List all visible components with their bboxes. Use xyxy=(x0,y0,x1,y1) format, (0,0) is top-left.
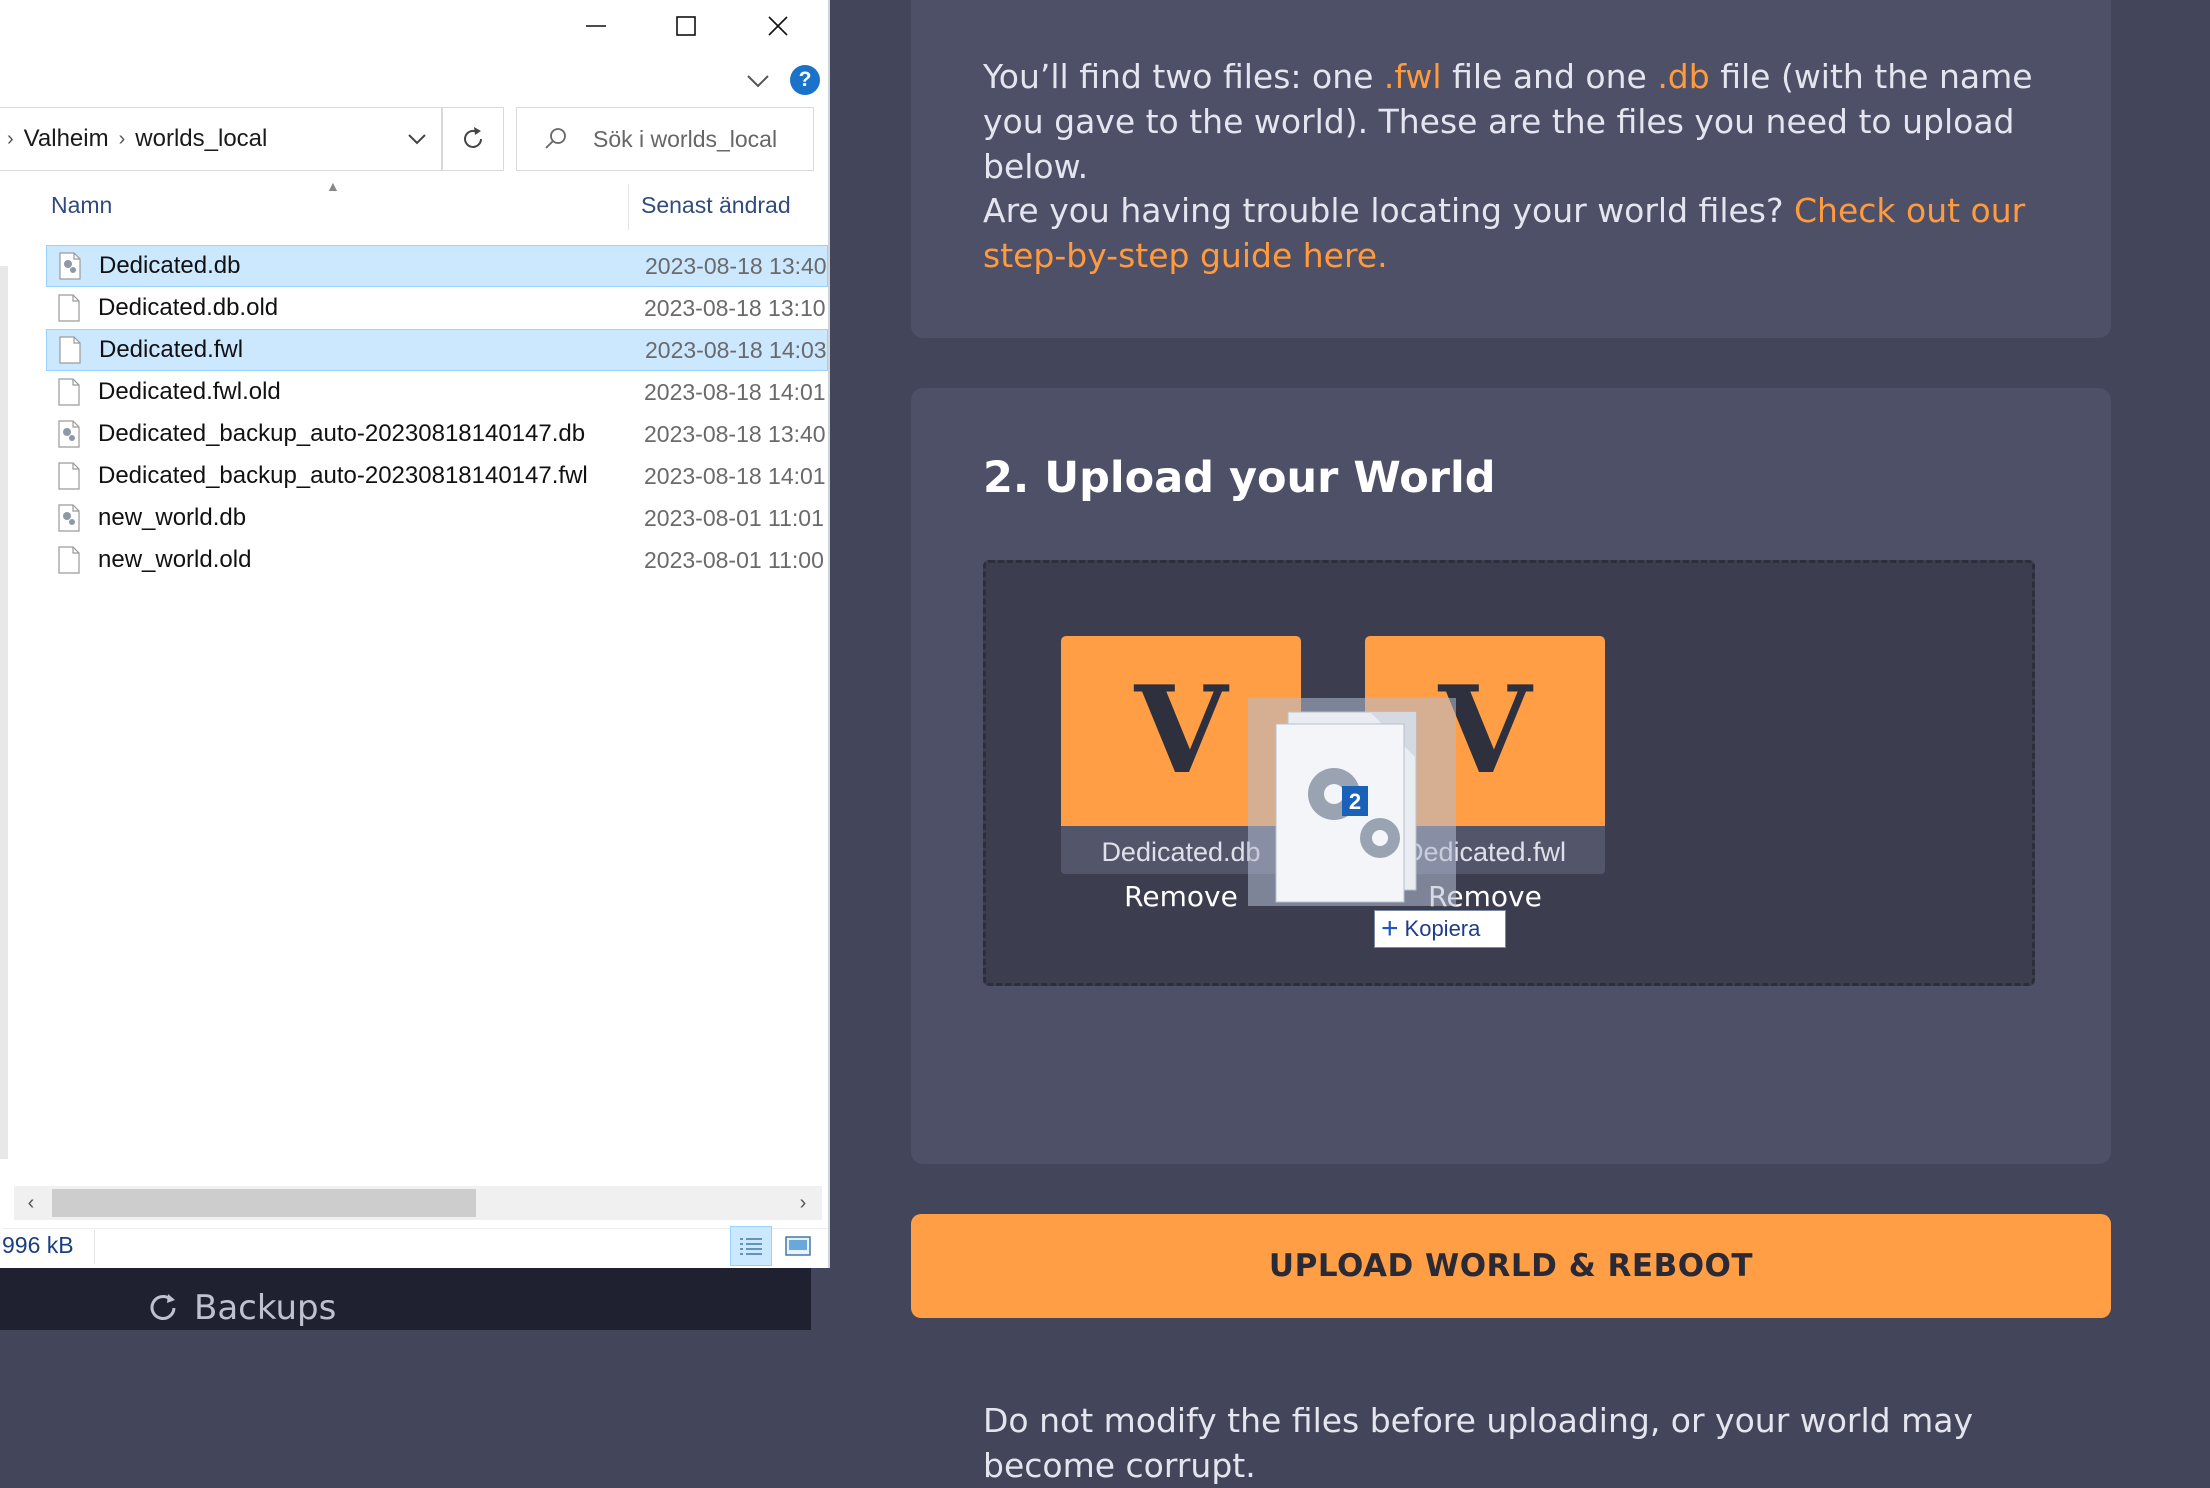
file-modified-date: 2023-08-18 14:03 xyxy=(645,336,827,363)
help-button[interactable]: ? xyxy=(790,65,820,95)
breadcrumb-item[interactable]: worlds_local xyxy=(135,125,267,153)
trouble-text: Are you having trouble locating your wor… xyxy=(983,191,2026,275)
upload-world-heading: 2. Upload your World xyxy=(983,453,1496,503)
upload-world-reboot-button[interactable]: UPLOAD WORLD & REBOOT xyxy=(911,1214,2111,1318)
file-name: new_world.old xyxy=(98,546,252,573)
db-file-icon xyxy=(58,504,80,532)
drag-ghost: 2 xyxy=(1248,698,1456,906)
minimize-button[interactable] xyxy=(550,0,642,52)
file-modified-date: 2023-08-18 14:01 xyxy=(644,462,826,489)
chevron-down-icon xyxy=(747,75,769,88)
sort-ascending-icon: ▲ xyxy=(326,178,340,194)
scroll-left-button[interactable]: ‹ xyxy=(14,1186,48,1220)
horizontal-scroll-thumb[interactable] xyxy=(52,1189,476,1217)
search-placeholder: Sök i worlds_local xyxy=(593,125,778,152)
sidebar-bottom xyxy=(0,1268,811,1330)
column-header-modified[interactable]: Senast ändrad xyxy=(641,192,791,219)
status-bar xyxy=(2,1228,828,1269)
file-name: Dedicated.db xyxy=(99,252,241,279)
scroll-right-button[interactable]: › xyxy=(786,1186,820,1220)
copy-action-label: Kopiera xyxy=(1404,916,1481,941)
chevron-down-icon xyxy=(408,134,426,145)
chevron-right-icon: › xyxy=(7,127,14,150)
breadcrumb-item[interactable]: Valheim xyxy=(24,125,109,153)
column-divider[interactable] xyxy=(628,184,629,230)
instructions-card: You’ll find two files: one .fwl file and… xyxy=(911,0,2111,338)
fwl-extension: .fwl xyxy=(1383,57,1442,96)
db-extension: .db xyxy=(1657,57,1710,96)
search-input[interactable]: Sök i worlds_local xyxy=(516,107,814,171)
file-name: Dedicated.fwl.old xyxy=(98,378,281,405)
upload-warning-note: Do not modify the files before uploading… xyxy=(983,1401,1973,1485)
file-explorer-window: ? › Valheim › worlds_local Sök i worlds_… xyxy=(0,0,828,1268)
file-name: Dedicated.db.old xyxy=(98,294,279,321)
large-icons-view-icon xyxy=(785,1236,811,1256)
file-modified-date: 2023-08-18 13:10 xyxy=(644,294,826,321)
file-row[interactable]: Dedicated.fwl.old 2023-08-18 14:01 xyxy=(46,371,828,413)
file-name: new_world.db xyxy=(98,504,247,531)
file-name: Dedicated_backup_auto-20230818140147.fwl xyxy=(98,462,588,489)
file-modified-date: 2023-08-18 14:01 xyxy=(644,378,826,405)
refresh-button[interactable] xyxy=(442,107,504,171)
file-row[interactable]: Dedicated_backup_auto-20230818140147.db 2… xyxy=(46,413,828,455)
sidebar-item-label: Backups xyxy=(194,1288,337,1328)
dragged-files-icon: 2 xyxy=(1275,711,1417,903)
file-modified-date: 2023-08-01 11:00 xyxy=(644,546,824,573)
file-name: Dedicated_backup_auto-20230818140147.db xyxy=(98,420,586,447)
blank-file-icon xyxy=(58,294,80,322)
column-header-name[interactable]: Namn xyxy=(51,192,112,219)
vertical-scrollbar[interactable] xyxy=(0,266,8,1159)
file-modified-date: 2023-08-18 13:40 xyxy=(645,252,827,279)
details-view-icon xyxy=(740,1238,762,1255)
blank-file-icon xyxy=(59,336,81,364)
copy-drop-hint: + Kopiera xyxy=(1374,910,1506,948)
maximize-icon xyxy=(676,16,696,36)
blank-file-icon xyxy=(58,462,80,490)
file-modified-date: 2023-08-18 13:40 xyxy=(644,420,826,447)
upload-world-card: 2. Upload your World V Dedicated.db Remo… xyxy=(911,388,2111,1485)
sidebar-item-backups[interactable]: Backups xyxy=(146,1288,336,1328)
file-row[interactable]: Dedicated.db 2023-08-18 13:40 xyxy=(46,245,828,287)
close-button[interactable] xyxy=(732,0,824,52)
drag-count-badge: 2 xyxy=(1349,789,1361,814)
close-icon xyxy=(768,16,788,36)
blank-file-icon xyxy=(58,546,80,574)
file-row[interactable]: Dedicated_backup_auto-20230818140147.fwl… xyxy=(46,455,828,497)
file-row[interactable]: Dedicated.db.old 2023-08-18 13:10 xyxy=(46,287,828,329)
ribbon-expand-button[interactable] xyxy=(744,66,772,99)
db-file-icon xyxy=(58,420,80,448)
minimize-icon xyxy=(586,25,606,27)
status-divider xyxy=(94,1230,95,1264)
address-history-dropdown[interactable] xyxy=(392,107,442,171)
file-row[interactable]: new_world.db 2023-08-01 11:01 xyxy=(46,497,828,539)
db-file-icon xyxy=(59,252,81,280)
files-explanation: You’ll find two files: one .fwl file and… xyxy=(983,57,2033,186)
selection-size: 996 kB xyxy=(2,1232,74,1258)
file-modified-date: 2023-08-01 11:01 xyxy=(644,504,824,531)
file-row[interactable]: Dedicated.fwl 2023-08-18 14:03 xyxy=(46,329,828,371)
address-bar[interactable]: › Valheim › worlds_local xyxy=(0,107,442,171)
refresh-icon xyxy=(464,127,482,148)
plus-icon: + xyxy=(1381,912,1399,945)
chevron-right-icon: › xyxy=(118,127,126,150)
backup-refresh-icon xyxy=(150,1294,176,1320)
file-name: Dedicated.fwl xyxy=(99,336,244,363)
details-view-button[interactable] xyxy=(730,1226,772,1266)
file-row[interactable]: new_world.old 2023-08-01 11:00 xyxy=(46,539,828,581)
large-icons-view-button[interactable] xyxy=(778,1226,818,1266)
search-icon xyxy=(545,128,566,149)
file-dropzone[interactable]: V Dedicated.db Remove V Dedicated.fwl Re… xyxy=(983,560,2035,986)
maximize-button[interactable] xyxy=(640,0,732,52)
blank-file-icon xyxy=(58,378,80,406)
